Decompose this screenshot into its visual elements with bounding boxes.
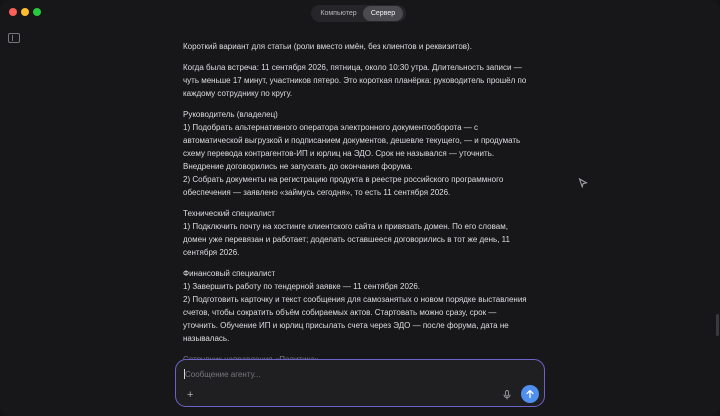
section-heading: Технический специалист [183,209,275,218]
task-item: 2) Подготовить карточку и текст сообщени… [183,295,527,343]
message-meeting-info: Когда была встреча: 11 сентября 2026, пя… [183,63,527,98]
app-window: Компьютер Сервер Короткий вариант для ст… [0,0,720,416]
arrow-up-icon [526,389,534,399]
message-composer: + [175,359,545,407]
tab-server[interactable]: Сервер [363,6,403,21]
sidebar-toggle-icon[interactable] [8,33,20,43]
close-window-button[interactable] [9,8,17,16]
task-item: 2) Собрать документы на регистрацию прод… [183,175,504,197]
assistant-message: Короткий вариант для статьи (роли вместо… [183,40,533,374]
microphone-icon[interactable] [503,390,511,400]
section-owner: Руководитель (владелец) 1) Подобрать аль… [183,108,533,199]
title-bar: Компьютер Сервер [0,0,720,26]
tab-computer[interactable]: Компьютер [314,6,363,21]
message-input[interactable] [185,367,485,381]
mode-switcher: Компьютер Сервер [311,5,406,22]
task-item: 1) Подключить почту на хостинге клиентск… [183,222,510,257]
task-item: 1) Подобрать альтернативного оператора э… [183,123,521,171]
section-finance: Финансовый специалист 1) Завершить работ… [183,267,533,345]
plus-icon[interactable]: + [187,389,193,401]
send-button[interactable] [521,385,539,403]
section-heading: Финансовый специалист [183,269,276,278]
maximize-window-button[interactable] [33,8,41,16]
message-intro: Короткий вариант для статьи (роли вместо… [183,42,472,51]
mouse-pointer-icon [578,178,588,188]
minimize-window-button[interactable] [21,8,29,16]
task-item: 1) Завершить работу по тендерной заявке … [183,282,421,291]
scrollbar[interactable] [716,314,719,336]
section-tech: Технический специалист 1) Подключить поч… [183,207,533,259]
section-heading: Руководитель (владелец) [183,110,278,119]
